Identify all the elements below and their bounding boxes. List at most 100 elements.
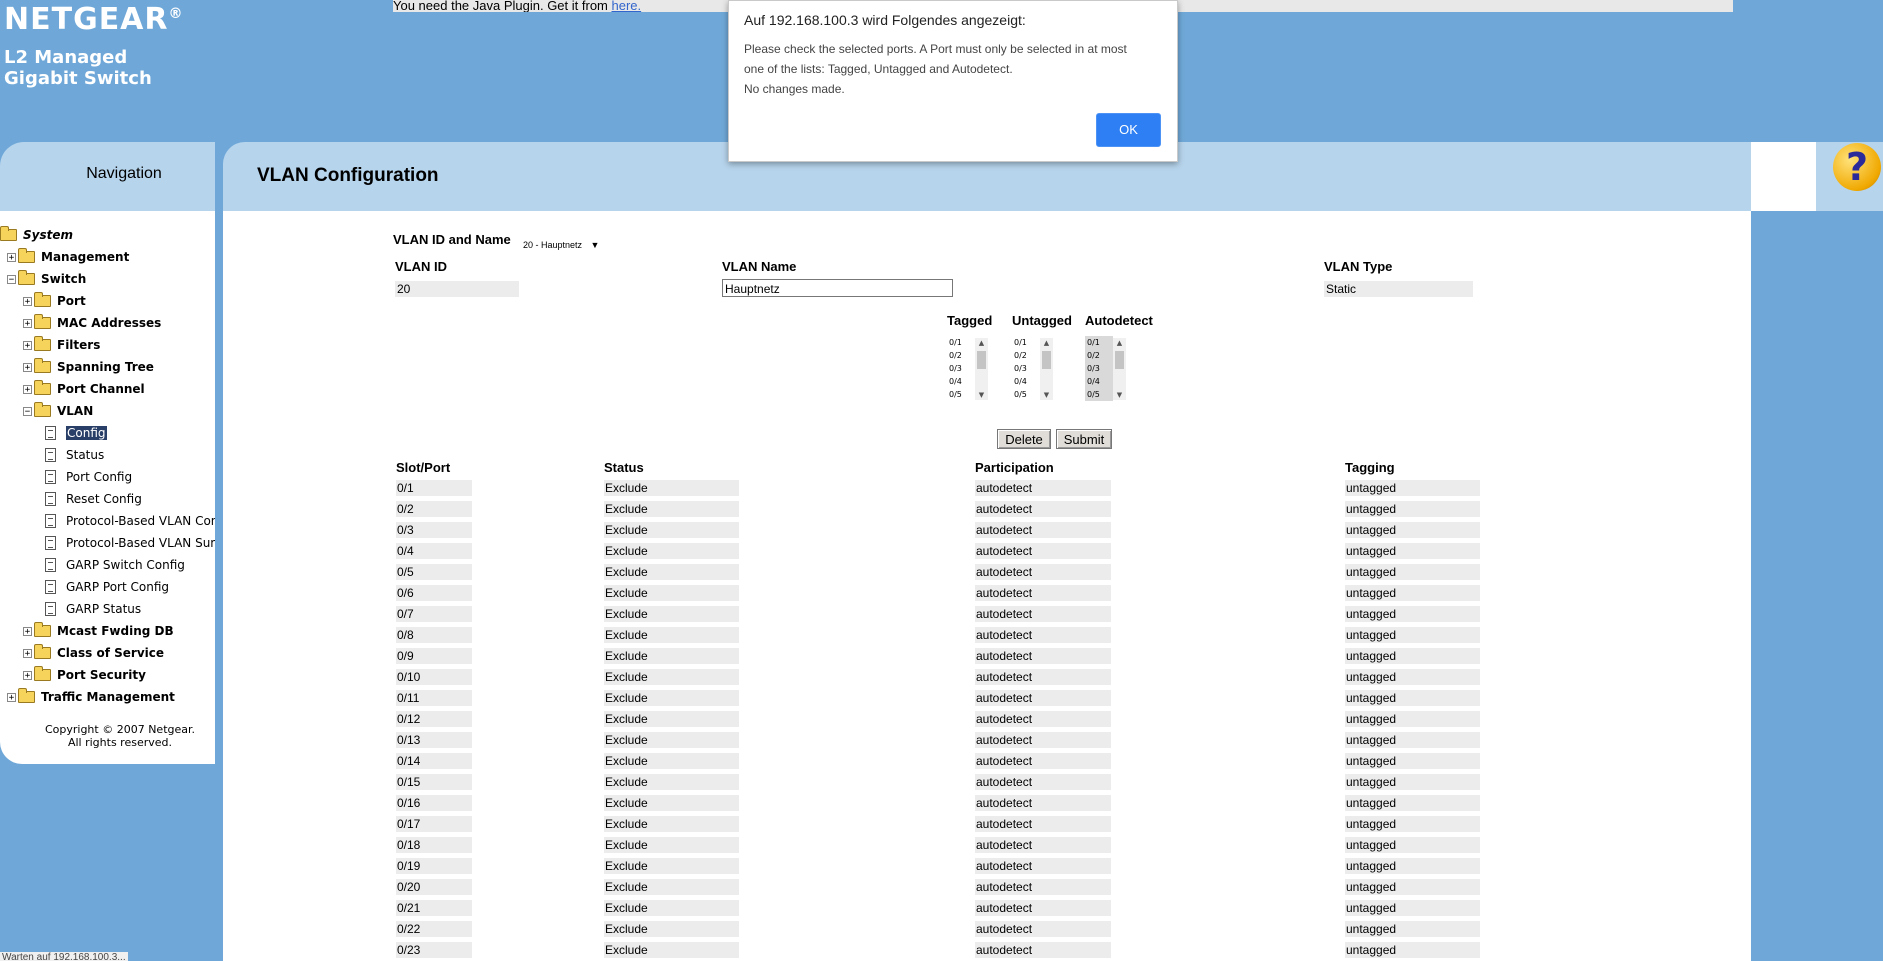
scroll-up-icon[interactable]: ▲ [975,338,988,348]
nav-item-label: Status [66,448,105,462]
port-option[interactable]: 0/1 [947,336,975,349]
expand-icon[interactable]: + [23,384,32,394]
nav-item-port-channel[interactable]: + Port Channel [23,379,145,399]
port-option[interactable]: 0/1 [1012,336,1040,349]
java-plugin-link[interactable]: here. [612,0,642,12]
folder-icon [34,644,51,659]
tagging-cell: untagged [1345,753,1480,769]
nav-item-management[interactable]: + Management [7,247,129,267]
expand-icon[interactable]: + [23,670,32,680]
nav-item-label: Class of Service [57,646,165,660]
port-option[interactable]: 0/2 [1012,349,1040,362]
port-option[interactable]: 0/1 [1085,336,1113,349]
list-scrollbar[interactable]: ▲ ▼ [1113,338,1126,400]
copyright: Copyright © 2007 Netgear. All rights res… [44,723,196,749]
nav-item-garp-port-config[interactable]: GARP Port Config [45,577,169,597]
nav-item-garp-switch-config[interactable]: GARP Switch Config [45,555,185,575]
expand-icon[interactable]: + [7,692,16,702]
port-option[interactable]: 0/3 [1085,362,1113,375]
vlan-id-label: VLAN ID [395,259,447,274]
port-option[interactable]: 0/3 [947,362,975,375]
scroll-up-icon[interactable]: ▲ [1113,338,1126,348]
port-option[interactable]: 0/4 [947,375,975,388]
folder-icon [0,226,17,241]
nav-item-label: MAC Addresses [57,316,162,330]
slot-port-cell: 0/7 [396,606,472,622]
participation-cell: autodetect [975,753,1111,769]
nav-item-port[interactable]: + Port [23,291,86,311]
vlan-select[interactable]: 20 - Hauptnetz ▼ [523,235,599,253]
delete-button[interactable]: Delete [997,429,1051,449]
nav-item-label: Config [66,426,107,440]
expand-icon[interactable]: + [23,296,32,306]
autodetect-label: Autodetect [1085,313,1153,328]
nav-item-port-config[interactable]: Port Config [45,467,132,487]
slot-port-cell: 0/3 [396,522,472,538]
nav-item-switch[interactable]: − Switch [7,269,86,289]
tagging-cell: untagged [1345,585,1480,601]
nav-item-label: GARP Status [66,602,142,616]
port-option[interactable]: 0/4 [1012,375,1040,388]
port-option[interactable]: 0/5 [1012,388,1040,401]
port-option[interactable]: 0/2 [1085,349,1113,362]
table-row: 0/7 Exclude autodetect untagged [223,604,1751,625]
expand-icon[interactable]: + [23,340,32,350]
collapse-icon[interactable]: − [23,406,32,416]
tagging-cell: untagged [1345,543,1480,559]
collapse-icon[interactable]: − [7,274,16,284]
autodetect-port-list[interactable]: 0/1 0/2 0/3 0/4 0/5 ▲ ▼ [1085,336,1126,401]
help-icon[interactable]: ? [1833,143,1881,191]
submit-button[interactable]: Submit [1056,429,1112,449]
vlan-name-input[interactable]: Hauptnetz [722,279,953,297]
nav-item-garp-status[interactable]: GARP Status [45,599,141,619]
expand-icon[interactable]: + [23,626,32,636]
scroll-up-icon[interactable]: ▲ [1040,338,1053,348]
status-cell: Exclude [604,606,739,622]
tagged-port-list[interactable]: 0/1 0/2 0/3 0/4 0/5 ▲ ▼ [947,336,988,401]
nav-item-port-security[interactable]: + Port Security [23,665,146,685]
folder-icon [34,402,51,417]
status-cell: Exclude [604,522,739,538]
navigation-title: Navigation [86,165,162,182]
port-option[interactable]: 0/3 [1012,362,1040,375]
nav-item-mac-addresses[interactable]: + MAC Addresses [23,313,161,333]
nav-item-class-of-service[interactable]: + Class of Service [23,643,164,663]
ok-button[interactable]: OK [1096,113,1161,147]
col-header-slot-port: Slot/Port [396,460,451,475]
scroll-thumb[interactable] [977,351,986,369]
nav-item-system[interactable]: System [0,225,73,245]
port-options: 0/1 0/2 0/3 0/4 0/5 [1085,336,1113,401]
port-option[interactable]: 0/5 [947,388,975,401]
scroll-down-icon[interactable]: ▼ [975,390,988,400]
expand-icon[interactable]: + [23,318,32,328]
nav-item-spanning-tree[interactable]: + Spanning Tree [23,357,154,377]
tagging-cell: untagged [1345,879,1480,895]
port-option[interactable]: 0/2 [947,349,975,362]
nav-item-mcast-fwding-db[interactable]: + Mcast Fwding DB [23,621,174,641]
nav-item-config[interactable]: Config [45,423,107,443]
scroll-thumb[interactable] [1115,351,1124,369]
scroll-down-icon[interactable]: ▼ [1040,390,1053,400]
port-option[interactable]: 0/5 [1085,388,1113,401]
port-option[interactable]: 0/4 [1085,375,1113,388]
nav-item-reset-config[interactable]: Reset Config [45,489,142,509]
nav-item-protocol-based-vlan-confi[interactable]: Protocol-Based VLAN Confi [45,511,215,531]
navigation-tree: System + Management − Switch + Port + MAC Addres… [0,211,215,764]
nav-item-traffic-management[interactable]: + Traffic Management [7,687,175,707]
tagging-cell: untagged [1345,606,1480,622]
nav-item-protocol-based-vlan-sumi[interactable]: Protocol-Based VLAN Sumi [45,533,215,553]
untagged-port-list[interactable]: 0/1 0/2 0/3 0/4 0/5 ▲ ▼ [1012,336,1053,401]
expand-icon[interactable]: + [23,362,32,372]
scroll-thumb[interactable] [1042,351,1051,369]
nav-item-filters[interactable]: + Filters [23,335,100,355]
expand-icon[interactable]: + [23,648,32,658]
scroll-down-icon[interactable]: ▼ [1113,390,1126,400]
expand-icon[interactable]: + [7,252,16,262]
list-scrollbar[interactable]: ▲ ▼ [1040,338,1053,400]
nav-item-status[interactable]: Status [45,445,104,465]
page-icon [45,536,56,550]
page-title: VLAN Configuration [257,165,439,186]
list-scrollbar[interactable]: ▲ ▼ [975,338,988,400]
header-gap [1751,142,1816,211]
nav-item-vlan[interactable]: − VLAN [23,401,93,421]
